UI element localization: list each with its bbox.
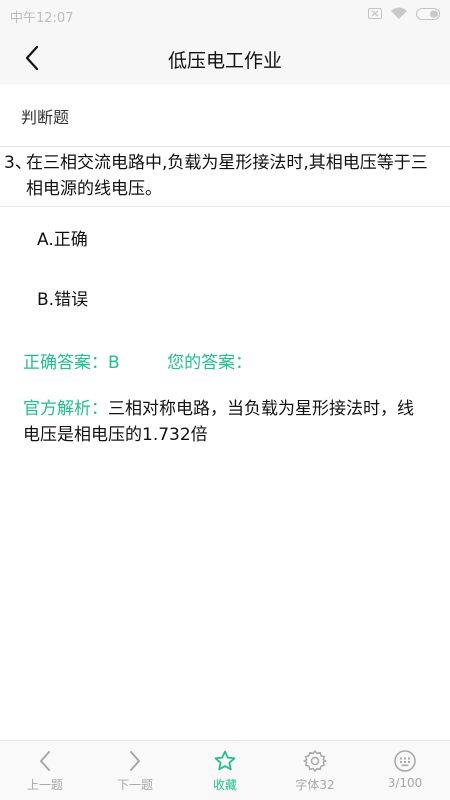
battery-icon xyxy=(416,7,442,24)
question-number: 3、 xyxy=(4,153,32,173)
chevron-left-icon xyxy=(33,749,57,773)
sim-off-icon xyxy=(368,8,382,23)
bottom-tab-bar: 上一题 下一题 收藏 字体32 3/100 xyxy=(0,740,450,800)
status-icons xyxy=(368,7,442,24)
page-title: 低压电工作业 xyxy=(167,50,282,72)
status-time: 中午12:07 xyxy=(10,11,74,26)
question-body: 在三相交流电路中,负载为星形接法时,其相电压等于三相电源的线电压。 xyxy=(26,153,428,199)
analysis-label: 官方解析： xyxy=(23,399,108,419)
tab-label: 3/100 xyxy=(387,776,423,790)
status-bar: 中午12:07 xyxy=(0,0,450,30)
gear-icon xyxy=(303,749,327,773)
question-type: 判断题 xyxy=(21,108,70,127)
correct-answer: 正确答案：B xyxy=(23,353,120,373)
wifi-icon xyxy=(390,7,408,24)
chevron-right-icon xyxy=(123,749,147,773)
option-b[interactable]: B.错误 xyxy=(37,285,88,310)
tab-label: 上一题 xyxy=(26,778,63,792)
your-answer: 您的答案： xyxy=(167,353,253,373)
star-icon xyxy=(213,749,237,773)
font-size-button[interactable]: 字体32 xyxy=(270,741,360,800)
divider xyxy=(0,146,450,147)
option-a[interactable]: A.正确 xyxy=(37,225,88,250)
nav-header: 低压电工作业 xyxy=(0,30,450,85)
question-index-button[interactable]: 3/100 xyxy=(360,741,450,800)
next-question-button[interactable]: 下一题 xyxy=(90,741,180,800)
tab-label: 字体32 xyxy=(295,778,335,792)
answer-row: 正确答案：B 您的答案： xyxy=(23,348,252,373)
official-analysis: 官方解析：三相对称电路，当负载为星形接法时，线电压是相电压的1.732倍 xyxy=(23,396,428,448)
tab-label: 收藏 xyxy=(212,778,237,792)
favorite-button[interactable]: 收藏 xyxy=(180,741,270,800)
tab-label: 下一题 xyxy=(116,778,153,792)
keyboard-icon xyxy=(393,749,417,773)
prev-question-button[interactable]: 上一题 xyxy=(0,741,90,800)
divider xyxy=(0,206,450,207)
question-text: 3、 在三相交流电路中,负载为星形接法时,其相电压等于三相电源的线电压。 xyxy=(4,150,444,202)
